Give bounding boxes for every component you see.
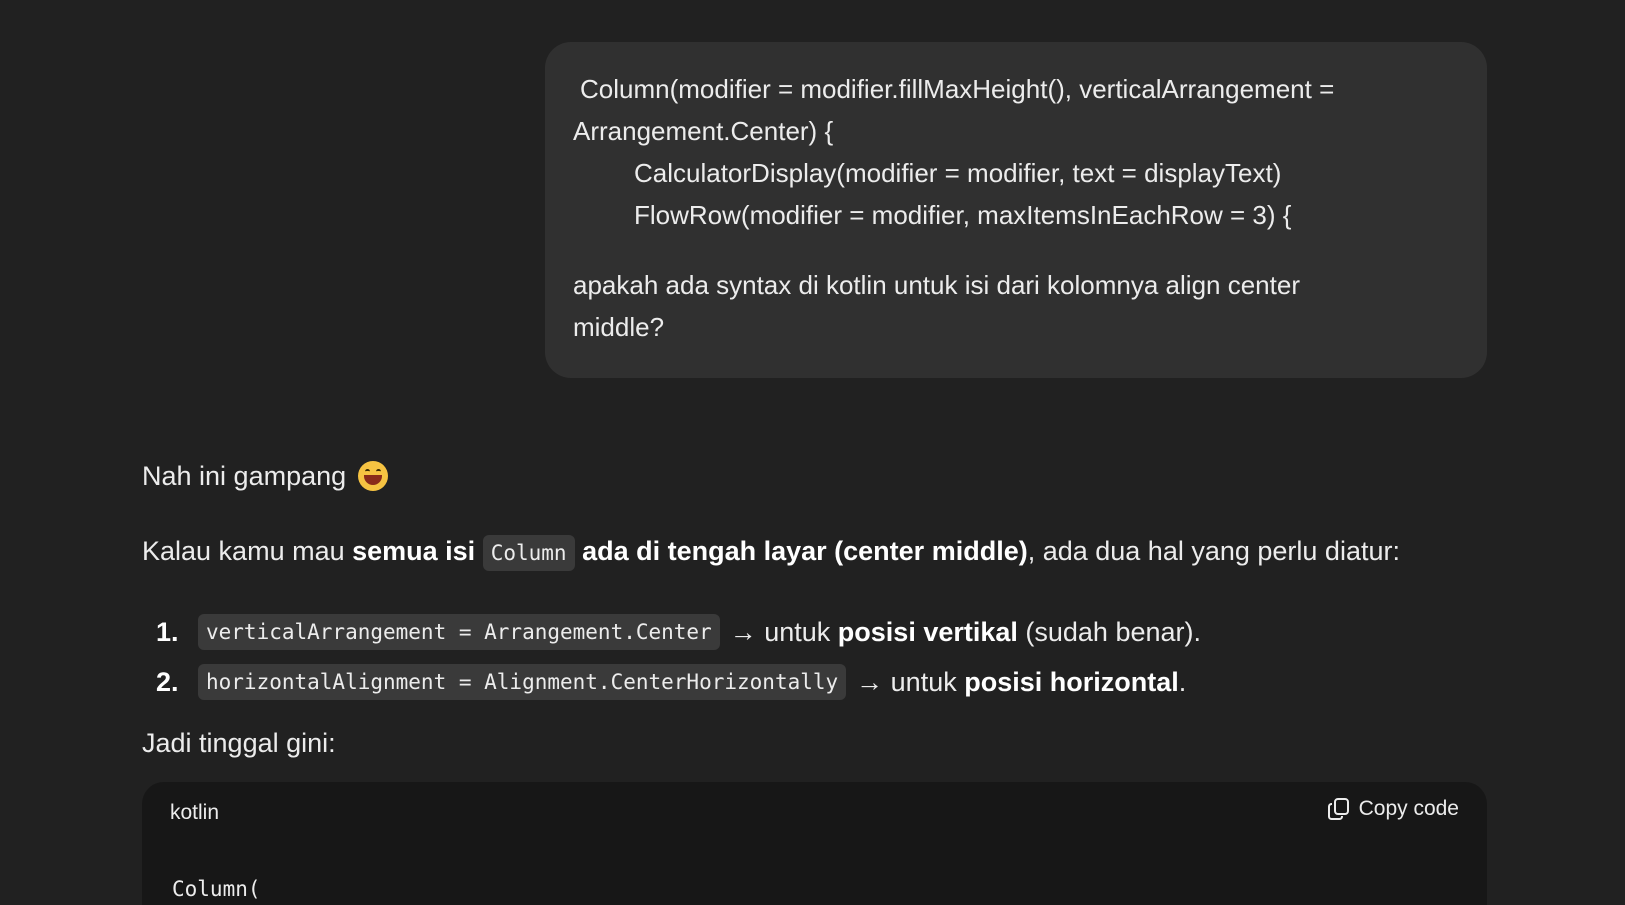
chat-page: Column(modifier = modifier.fillMaxHeight…: [0, 0, 1625, 905]
intro-text: , ada dua hal yang perlu diatur:: [1027, 536, 1400, 566]
user-message-line: CalculatorDisplay(modifier = modifier, t…: [634, 158, 1282, 188]
inline-code: verticalArrangement = Arrangement.Center: [198, 614, 720, 650]
user-question-line: apakah ada syntax di kotlin untuk isi da…: [573, 270, 1300, 300]
user-message-line: Arrangement.Center) {: [573, 116, 834, 146]
user-message-line: FlowRow(modifier = modifier, maxItemsInE…: [634, 200, 1292, 230]
grinning-face-emoji-icon: [358, 461, 389, 491]
assistant-message: Nah ini gampang Kalau kamu mau semua isi…: [142, 455, 1487, 759]
assistant-greeting: Nah ini gampang: [142, 455, 1487, 497]
ordered-list: 1. verticalArrangement = Arrangement.Cen…: [156, 607, 1201, 707]
list-number: 1.: [156, 616, 179, 647]
list-item: 1. verticalArrangement = Arrangement.Cen…: [156, 607, 1201, 657]
list-text: → untuk: [856, 666, 965, 697]
list-bold: posisi horizontal: [964, 666, 1179, 697]
user-message-bubble: Column(modifier = modifier.fillMaxHeight…: [545, 42, 1487, 378]
intro-bold: semua isi: [352, 536, 476, 566]
intro-bold: ada di tengah layar (center middle): [582, 536, 1028, 566]
code-block: kotlin Copy code Column(: [142, 782, 1487, 905]
assistant-intro-paragraph: Kalau kamu mau semua isi Column ada di t…: [142, 531, 1400, 573]
copy-icon: [1327, 797, 1350, 821]
user-message-line: Column(modifier = modifier.fillMaxHeight…: [580, 74, 1335, 104]
list-bold: posisi vertikal: [837, 616, 1018, 647]
list-text: → untuk: [729, 616, 838, 647]
greeting-text: Nah ini gampang: [142, 460, 347, 491]
code-block-header: kotlin Copy code: [142, 782, 1487, 844]
list-text: .: [1178, 666, 1187, 697]
user-question-line: middle?: [573, 312, 665, 342]
list-text: (sudah benar).: [1017, 616, 1201, 647]
copy-code-label: Copy code: [1358, 797, 1459, 820]
code-language-label: kotlin: [170, 801, 220, 824]
inline-code: horizontalAlignment = Alignment.CenterHo…: [198, 664, 847, 700]
after-list-text: Jadi tinggal gini:: [142, 728, 336, 758]
user-message-gap: [573, 236, 1459, 264]
copy-code-button[interactable]: Copy code: [1327, 797, 1459, 821]
list-item: 2. horizontalAlignment = Alignment.Cente…: [156, 657, 1201, 707]
inline-code: Column: [482, 535, 575, 571]
list-number: 2.: [156, 666, 179, 697]
code-content: Column(: [172, 877, 261, 901]
intro-text: Kalau kamu mau: [142, 536, 353, 566]
